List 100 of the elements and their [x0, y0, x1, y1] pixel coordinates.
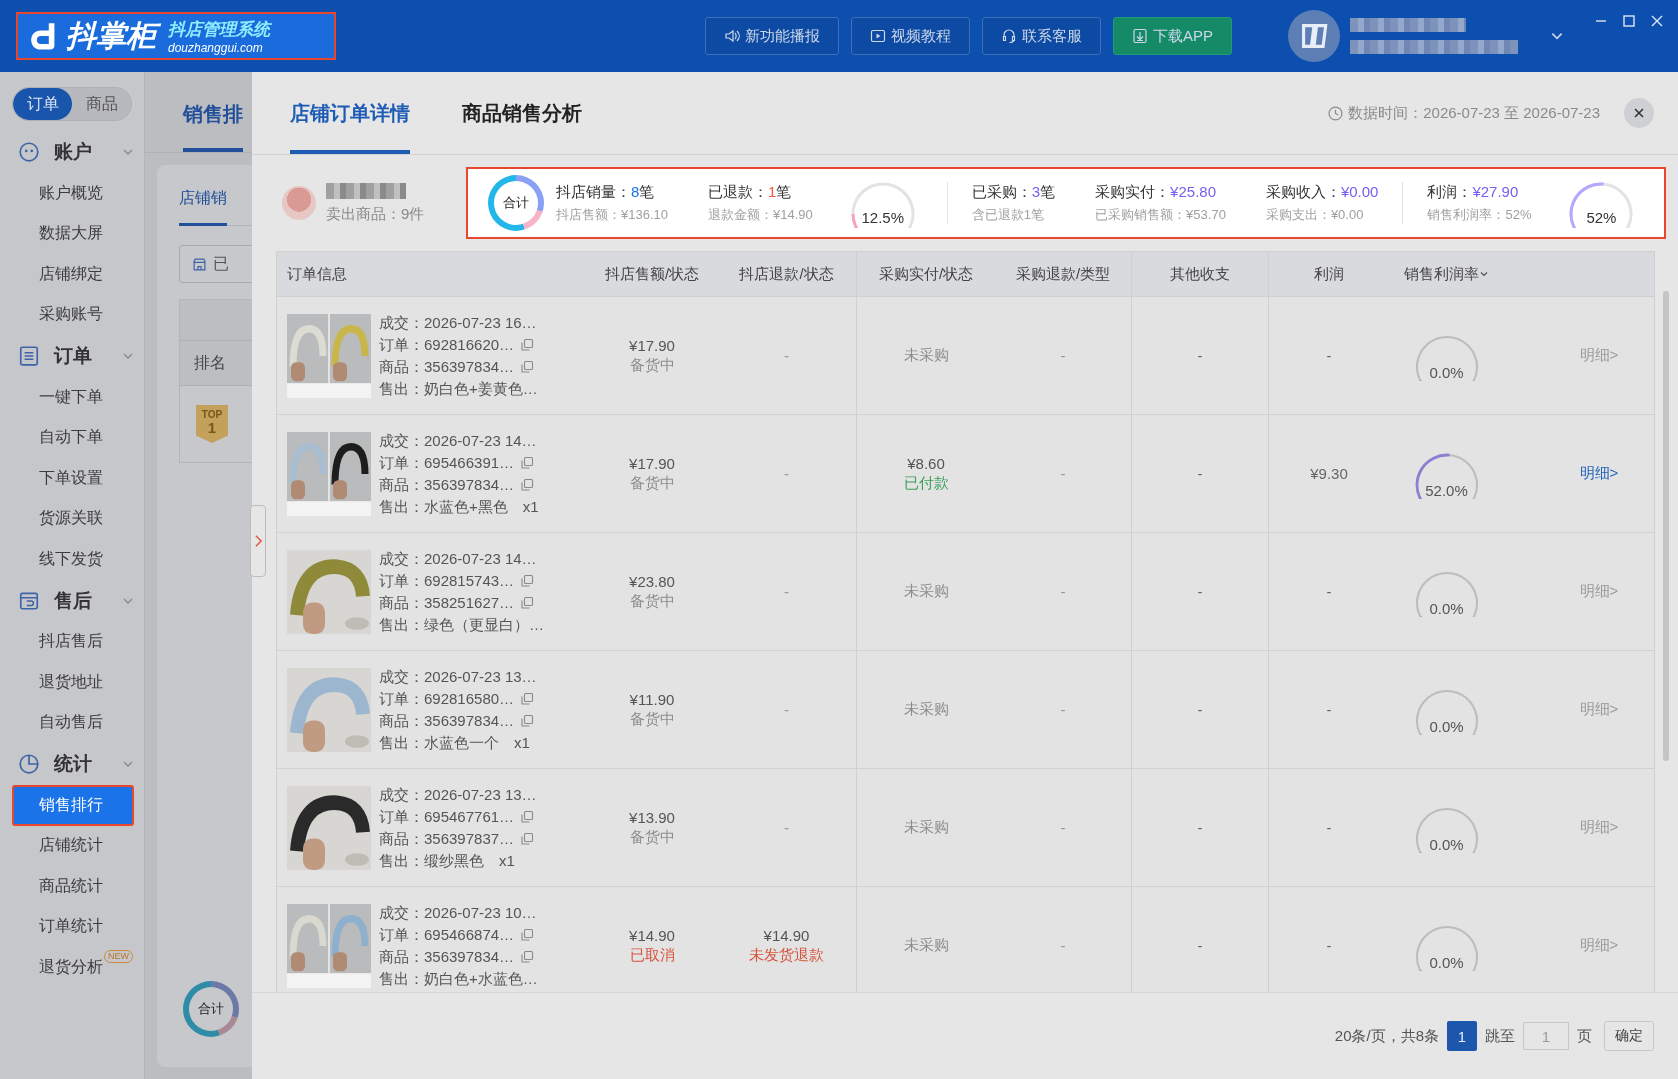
mode-tab[interactable]: 商品	[72, 88, 131, 120]
sidebar-item[interactable]: 商品统计	[12, 867, 103, 905]
stat-detail: 退款金额：¥14.90	[708, 205, 813, 224]
copy-icon[interactable]	[520, 949, 535, 964]
copy-icon[interactable]	[520, 359, 535, 374]
purchase-status: 未采购	[903, 936, 949, 955]
order-number: 订单：695466391…	[379, 452, 515, 473]
order-number: 订单：692816580…	[379, 688, 515, 709]
sidebar-item[interactable]: 线下发货	[12, 540, 103, 578]
copy-icon[interactable]	[520, 809, 535, 824]
margin-reading: 0.0%	[1429, 363, 1464, 381]
purchase-status: 未采购	[903, 346, 949, 365]
order-number: 订单：692816620…	[379, 334, 515, 355]
column-header[interactable]: 销售利润率	[1404, 264, 1489, 284]
column-header: 采购实付/状态	[878, 264, 974, 284]
gauge-track	[1415, 807, 1478, 853]
stat-value: 已退款：1笔	[708, 182, 793, 202]
sidebar-item[interactable]: 店铺统计	[12, 827, 103, 865]
sidebar-item[interactable]: 一键下单	[12, 378, 103, 416]
sidebar-group[interactable]: 账户	[0, 131, 144, 173]
sidebar-item[interactable]: 采购账号	[12, 296, 103, 334]
deal-time: 成交：2026-07-23 14…	[379, 548, 538, 569]
mode-tab[interactable]: 订单	[13, 88, 72, 120]
drawer-tab[interactable]: 商品销售分析	[462, 72, 582, 154]
jump-label: 跳至	[1485, 1026, 1515, 1046]
sold-variant: 售出：缎纱黑色 x1	[379, 850, 516, 871]
copy-icon[interactable]	[520, 477, 535, 492]
sidebar-item[interactable]: 货源关联	[12, 500, 103, 538]
purchase-status: 未采购	[903, 582, 949, 601]
margin-reading: 0.0%	[1429, 599, 1464, 617]
column-header: 抖店退款/状态	[739, 264, 834, 284]
header-button[interactable]: 视频教程	[851, 17, 970, 55]
sidebar-item[interactable]: 账户概览	[12, 174, 103, 212]
header-button[interactable]: 新功能播报	[705, 17, 839, 55]
gauge-track	[851, 182, 915, 228]
stat-value: 利润：¥27.90	[1427, 182, 1520, 202]
drawer-tab[interactable]: 店铺订单详情	[290, 72, 410, 154]
sale-status: 备货中	[629, 591, 675, 611]
product-id: 商品：356397837…	[379, 828, 515, 849]
sidebar-item[interactable]: 退货地址	[12, 663, 103, 701]
sidebar-group[interactable]: 售后	[0, 579, 144, 622]
rank-badge: TOP 1	[196, 405, 228, 443]
copy-icon[interactable]	[520, 927, 535, 942]
collapse-handle[interactable]	[250, 505, 266, 577]
stat-value: 采购收入：¥0.00	[1265, 182, 1379, 202]
close-button[interactable]	[1624, 98, 1654, 128]
sale-status: 备货中	[629, 355, 675, 375]
header-button[interactable]: 联系客服	[982, 17, 1101, 55]
column-header: 利润	[1314, 264, 1344, 284]
sidebar-item[interactable]: 订单统计	[12, 908, 103, 946]
sidebar-group[interactable]: 统计	[0, 743, 144, 785]
sale-amount: ¥13.90	[629, 808, 675, 826]
copy-icon[interactable]	[520, 455, 535, 470]
copy-icon[interactable]	[520, 573, 535, 588]
sale-status: 已取消	[629, 945, 675, 965]
maximize-icon[interactable]	[1622, 14, 1636, 28]
close-icon[interactable]	[1650, 14, 1664, 28]
headset-icon	[1001, 28, 1017, 44]
sub-tab[interactable]: 店铺销	[179, 174, 227, 226]
product-id: 商品：358251627…	[379, 592, 515, 613]
copy-icon[interactable]	[520, 713, 535, 728]
sale-amount: ¥14.90	[629, 926, 675, 944]
product-id: 商品：356397834…	[379, 356, 515, 377]
page-summary: 20条/页，共8条	[1334, 1026, 1439, 1046]
margin-reading: 0.0%	[1429, 953, 1464, 971]
sidebar-item[interactable]: 自动售后	[12, 704, 103, 742]
page-tab[interactable]: 销售排	[183, 80, 243, 152]
sidebar-item[interactable]: 退货分析	[12, 948, 103, 986]
confirm-button[interactable]: 确定	[1604, 1021, 1654, 1051]
play-icon	[870, 28, 886, 44]
sidebar-item[interactable]: 下单设置	[12, 459, 103, 497]
refund-status: 未发货退款	[749, 945, 824, 965]
copy-icon[interactable]	[520, 595, 535, 610]
purchase-status: 未采购	[903, 818, 949, 837]
table-cell: -	[1197, 583, 1203, 600]
stat-detail: 含已退款1笔	[971, 205, 1045, 224]
sale-status: 备货中	[629, 827, 675, 847]
sidebar-item[interactable]: 销售排行	[12, 784, 134, 826]
gauge-track	[1415, 925, 1478, 971]
profit-value: -	[1326, 937, 1332, 954]
deal-time: 成交：2026-07-23 13…	[379, 666, 537, 687]
sidebar-group[interactable]: 订单	[0, 335, 144, 377]
gauge-reading: 12.5%	[861, 209, 905, 226]
page-button[interactable]: 1	[1447, 1021, 1477, 1051]
sidebar-item[interactable]: 店铺绑定	[12, 255, 103, 293]
data-time: 数据时间：2026-07-23 至 2026-07-23	[1348, 103, 1600, 123]
sold-variant: 售出：水蓝色+黑色 x1	[379, 496, 539, 517]
table-cell: -	[1197, 347, 1203, 364]
detail-link[interactable]: 明细>	[1579, 464, 1619, 483]
copy-icon[interactable]	[520, 691, 535, 706]
product-id: 商品：356397834…	[379, 474, 515, 495]
store-icon	[192, 256, 207, 272]
sidebar-item[interactable]: 自动下单	[12, 419, 103, 457]
sidebar-item[interactable]: 抖店售后	[12, 623, 103, 661]
sidebar-item[interactable]: 数据大屏	[12, 215, 103, 253]
column-header: 抖店售额/状态	[604, 264, 700, 284]
gauge-reading: 52%	[1586, 209, 1617, 226]
profit-value: -	[1326, 819, 1332, 836]
copy-icon[interactable]	[520, 831, 535, 846]
copy-icon[interactable]	[520, 337, 535, 352]
